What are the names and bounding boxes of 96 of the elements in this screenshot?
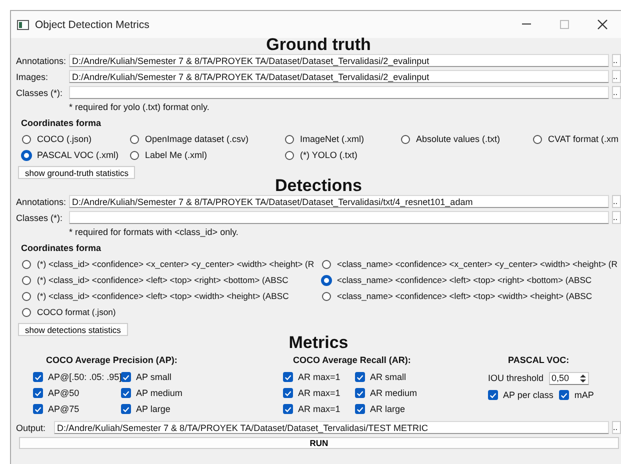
checkbox[interactable] — [121, 372, 131, 382]
option-label: (*) <class_id> <confidence> <x_center> <y_center> <width> <height> (R — [37, 259, 314, 269]
field-label: Annotations: — [16, 56, 68, 66]
option-label: <class_name> <confidence> <left> <top> <right> <bottom> (ABSC — [337, 275, 592, 285]
option-label: (*) <class_id> <confidence> <left> <top> <right> <bottom> (ABSC — [37, 275, 288, 285]
statistics-button[interactable]: show detections statistics — [18, 323, 128, 336]
checkbox-label: mAP — [574, 390, 594, 400]
group-title: COCO Average Precision (AP): — [45, 354, 178, 367]
option-label: <class_name> <confidence> <x_center> <y_center> <width> <height> (R — [337, 259, 618, 269]
checkbox[interactable] — [355, 404, 365, 414]
checkbox-label: AP per class — [503, 390, 554, 400]
path-field[interactable]: D:/Andre/Kuliah/Semester 7 & 8/TA/PROYEK TA/Dataset/Dataset_Tervalidasi/2_evalinput — [69, 54, 609, 67]
group-title: Coordinates forma — [20, 117, 102, 130]
option-label: (*) YOLO (.txt) — [300, 150, 358, 160]
path-field[interactable]: D:/Andre/Kuliah/Semester 7 & 8/TA/PROYEK TA/Dataset/Dataset_Tervalidasi/txt/4_resnet101_adam — [69, 195, 609, 208]
number-spinner[interactable]: 0,50 — [548, 372, 589, 384]
option-label: OpenImage dataset (.csv) — [145, 134, 249, 144]
path-field[interactable] — [69, 211, 609, 224]
checkbox[interactable] — [559, 390, 570, 400]
checkbox[interactable] — [283, 372, 293, 382]
checkbox[interactable] — [33, 372, 43, 382]
checkbox-label: AR max=1 — [298, 404, 340, 414]
group-title: COCO Average Recall (AR): — [292, 354, 412, 367]
option-label: (*) <class_id> <confidence> <left> <top> <width> <height> (ABSC — [37, 291, 289, 301]
browse-button[interactable]: .. — [612, 421, 621, 434]
radio-button[interactable] — [285, 150, 294, 160]
field-label: IOU threshold — [488, 373, 544, 383]
browse-button[interactable]: .. — [612, 54, 621, 67]
section-heading: Ground truth — [265, 37, 372, 52]
checkbox-label: AP small — [136, 372, 172, 382]
radio-button[interactable] — [533, 134, 542, 144]
checkbox[interactable] — [488, 390, 498, 400]
checkbox[interactable] — [355, 388, 365, 398]
option-label: CVAT format (.xm — [548, 134, 619, 144]
checkbox-label: AP medium — [136, 388, 182, 398]
radio-button[interactable] — [22, 292, 31, 300]
radio-button[interactable] — [321, 274, 332, 286]
checkbox-label: AR max=1 — [298, 372, 340, 382]
app-icon — [17, 20, 29, 30]
path-field[interactable] — [69, 86, 609, 99]
checkbox[interactable] — [121, 388, 131, 398]
radio-button[interactable] — [322, 260, 331, 268]
path-field[interactable]: D:/Andre/Kuliah/Semester 7 & 8/TA/PROYEK TA/Dataset/Dataset_Tervalidasi/TEST METRIC — [54, 421, 609, 434]
section-heading: Detections — [274, 178, 363, 193]
field-label: Annotations: — [16, 196, 68, 206]
option-label: Label Me (.xml) — [145, 150, 208, 160]
field-label: Images: — [16, 72, 50, 82]
radio-button[interactable] — [22, 276, 31, 284]
option-label: Absolute values (.txt) — [416, 134, 500, 144]
field-label: Classes (*): — [16, 212, 64, 222]
radio-button[interactable] — [22, 260, 31, 268]
checkbox[interactable] — [121, 404, 131, 414]
browse-button[interactable]: .. — [612, 70, 621, 83]
browse-button[interactable]: .. — [612, 211, 621, 224]
radio-button[interactable] — [22, 308, 31, 316]
radio-button[interactable] — [130, 134, 139, 144]
checkbox[interactable] — [33, 388, 43, 398]
statistics-button[interactable]: show ground-truth statistics — [18, 166, 136, 179]
checkbox-label: AP large — [136, 404, 170, 414]
radio-button[interactable] — [322, 292, 331, 300]
checkbox-label: AR large — [370, 404, 406, 414]
browse-button[interactable]: .. — [612, 195, 621, 208]
checkbox-label: AP@50 — [48, 388, 80, 398]
option-label: COCO (.json) — [37, 134, 92, 144]
option-label: COCO format (.json) — [37, 307, 116, 317]
radio-button[interactable] — [285, 134, 294, 144]
section-heading: Metrics — [288, 335, 350, 350]
radio-button[interactable] — [401, 134, 410, 144]
field-label: Classes (*): — [16, 88, 64, 98]
group-title: Coordinates forma — [20, 242, 102, 255]
browse-button[interactable]: .. — [612, 86, 621, 99]
run-button[interactable]: RUN — [19, 437, 619, 449]
close-icon — [596, 19, 608, 30]
field-label: Output: — [16, 422, 47, 432]
hint-text: * required for formats with <class_id> only. — [68, 226, 240, 239]
radio-button[interactable] — [22, 134, 31, 144]
maximize-icon — [558, 19, 570, 30]
option-label: PASCAL VOC (.xml) — [37, 150, 119, 160]
hint-text: * required for yolo (.txt) format only. — [68, 101, 210, 114]
path-field[interactable]: D:/Andre/Kuliah/Semester 7 & 8/TA/PROYEK TA/Dataset/Dataset_Tervalidasi/2_evalinput — [69, 70, 609, 83]
checkbox-label: AP@[.50: .05: .95] — [48, 372, 122, 382]
checkbox-label: AR max=1 — [298, 388, 340, 398]
radio-button[interactable] — [130, 150, 139, 160]
option-label: <class_name> <confidence> <left> <top> <width> <height> (ABSC — [337, 291, 592, 301]
spin-arrows-icon — [578, 372, 587, 384]
group-title: PASCAL VOC: — [507, 354, 570, 367]
option-label: ImageNet (.xml) — [300, 134, 364, 144]
checkbox-label: AR medium — [370, 388, 418, 398]
checkbox-label: AR small — [370, 372, 406, 382]
checkbox[interactable] — [283, 404, 293, 414]
checkbox-label: AP@75 — [48, 404, 80, 414]
radio-button[interactable] — [21, 150, 32, 160]
window-title: Object Detection Metrics — [35, 18, 150, 30]
checkbox[interactable] — [355, 372, 365, 382]
checkbox[interactable] — [283, 388, 293, 398]
checkbox[interactable] — [33, 404, 43, 414]
